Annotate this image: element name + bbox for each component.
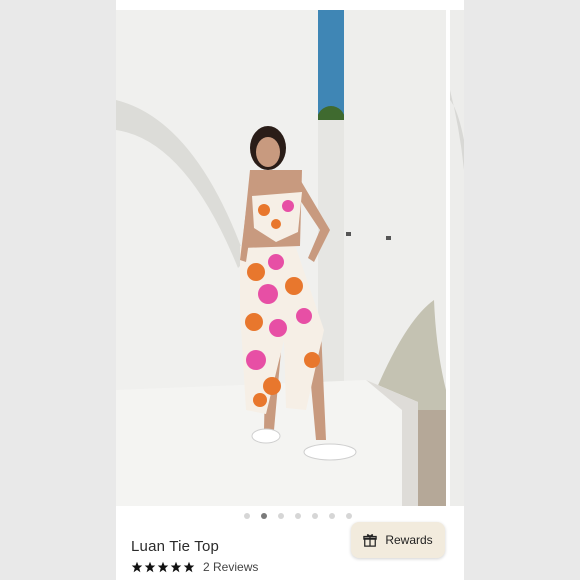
wall-hook	[346, 232, 351, 236]
rewards-label: Rewards	[385, 533, 433, 547]
product-title: Luan Tie Top	[131, 538, 220, 555]
product-photo[interactable]	[116, 10, 446, 506]
product-screen: Luan Tie Top 2 Reviews Rewards	[116, 0, 464, 580]
carousel-dot[interactable]	[295, 513, 301, 519]
carousel-dot[interactable]	[329, 513, 335, 519]
star-icon	[131, 561, 143, 573]
star-icon	[183, 561, 195, 573]
product-image-carousel[interactable]	[116, 10, 464, 506]
star-icon	[170, 561, 182, 573]
model-face	[256, 137, 280, 167]
star-rating	[131, 561, 195, 573]
product-rating[interactable]: 2 Reviews	[131, 560, 258, 574]
next-photo-peek[interactable]	[450, 10, 464, 506]
carousel-dot[interactable]	[312, 513, 318, 519]
sky	[318, 10, 344, 120]
carousel-dot[interactable]	[244, 513, 250, 519]
gift-icon	[363, 534, 378, 547]
carousel-dot-active[interactable]	[261, 513, 267, 519]
reviews-count[interactable]: 2 Reviews	[203, 560, 258, 574]
carousel-dot[interactable]	[278, 513, 284, 519]
star-icon	[157, 561, 169, 573]
star-icon	[144, 561, 156, 573]
model-shoe-left	[251, 428, 281, 444]
model-shoe-right	[303, 443, 357, 461]
rewards-button[interactable]: Rewards	[351, 522, 445, 558]
carousel-dot[interactable]	[346, 513, 352, 519]
wall-hook	[386, 236, 391, 240]
